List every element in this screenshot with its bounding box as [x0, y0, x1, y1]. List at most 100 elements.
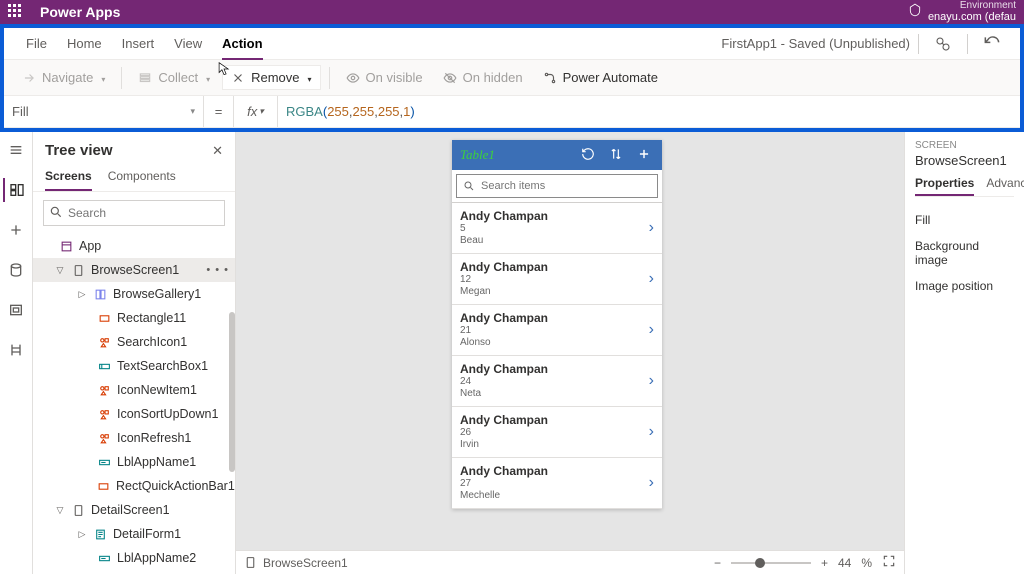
tab-components[interactable]: Components — [108, 163, 176, 191]
chevron-right-icon: › — [649, 219, 654, 237]
rail-insert-icon[interactable] — [4, 218, 28, 242]
fit-icon[interactable] — [882, 554, 896, 571]
property-selector[interactable]: Fill ▾ — [4, 96, 204, 127]
tree-node-iconsortupdown1[interactable]: IconSortUpDown1 — [33, 402, 235, 426]
separator — [967, 34, 968, 54]
search-icon — [49, 205, 63, 222]
rail-data-icon[interactable] — [4, 258, 28, 282]
preview-title: Table1 — [460, 147, 570, 163]
icons-icon — [97, 407, 111, 421]
chevron-right-icon: › — [649, 270, 654, 288]
canvas-footer: BrowseScreen1 − + 44 % — [236, 550, 904, 574]
power-automate-button[interactable]: Power Automate — [535, 66, 666, 89]
tree: App ▽BrowseScreen1• • • ▷BrowseGallery1 … — [33, 234, 235, 574]
gallery-icon — [93, 287, 107, 301]
app-checker-icon[interactable] — [927, 28, 959, 60]
highlighted-region: File Home Insert View Action FirstApp1 -… — [0, 24, 1024, 132]
preview-list: Andy Champan5Beau› Andy Champan12Megan› … — [452, 203, 662, 509]
canvas-inner[interactable]: Table1 Andy Champan5Beau› Andy Champan12… — [236, 132, 904, 550]
prop-background-image[interactable]: Background image — [915, 233, 1014, 273]
zoom-out-icon[interactable]: − — [714, 556, 721, 570]
tree-node-textsearchbox1[interactable]: TextSearchBox1 — [33, 354, 235, 378]
close-icon[interactable]: ✕ — [212, 143, 223, 159]
chevron-right-icon: › — [649, 423, 654, 441]
on-visible-button: On visible — [338, 66, 431, 89]
equals-label: = — [204, 96, 234, 127]
tree-node-detailform1[interactable]: ▷DetailForm1 — [33, 522, 235, 546]
screen-icon — [71, 263, 85, 277]
preview-search-input[interactable] — [481, 180, 651, 192]
tree-node-icondelete1[interactable]: IconDelete1 — [33, 570, 235, 574]
tree-node-lblappname1[interactable]: LblAppName1 — [33, 450, 235, 474]
tab-properties[interactable]: Properties — [915, 176, 974, 196]
list-item[interactable]: Andy Champan27Mechelle› — [452, 458, 662, 509]
zoom-in-icon[interactable]: + — [821, 556, 828, 570]
screen-icon — [71, 503, 85, 517]
rail-media-icon[interactable] — [4, 298, 28, 322]
scrollbar-thumb[interactable] — [229, 312, 235, 472]
breadcrumb[interactable]: BrowseScreen1 — [244, 556, 348, 570]
tree-node-searchicon1[interactable]: SearchIcon1 — [33, 330, 235, 354]
tree-node-rectquickactionbar1[interactable]: RectQuickActionBar1 — [33, 474, 235, 498]
tab-advanced[interactable]: Advanced — [986, 176, 1024, 196]
workspace: Tree view ✕ Screens Components App ▽Brow… — [0, 132, 1024, 574]
menu-home[interactable]: Home — [57, 28, 112, 60]
zoom-slider[interactable] — [731, 562, 811, 564]
prop-image-position[interactable]: Image position — [915, 273, 1014, 299]
chevron-right-icon: › — [649, 321, 654, 339]
fx-button[interactable]: fx ▾ — [234, 96, 278, 127]
pane-caption: SCREEN — [915, 140, 1014, 151]
tree-node-iconnewitem1[interactable]: IconNewItem1 — [33, 378, 235, 402]
brand-label: Power Apps — [40, 4, 120, 20]
add-icon[interactable] — [634, 147, 654, 164]
app-preview: Table1 Andy Champan5Beau› Andy Champan12… — [452, 140, 662, 509]
tree-node-browsegallery1[interactable]: ▷BrowseGallery1 — [33, 282, 235, 306]
tree-node-app[interactable]: App — [33, 234, 235, 258]
tree-view-pane: Tree view ✕ Screens Components App ▽Brow… — [33, 132, 236, 574]
label-icon — [97, 455, 111, 469]
ribbon: Navigate Collect Remove On visible On hi… — [4, 60, 1020, 96]
menu-view[interactable]: View — [164, 28, 212, 60]
more-icon[interactable]: • • • — [206, 264, 229, 276]
tree-node-iconrefresh1[interactable]: IconRefresh1 — [33, 426, 235, 450]
collect-button: Collect — [130, 66, 218, 89]
remove-button[interactable]: Remove — [222, 65, 320, 90]
menu-insert[interactable]: Insert — [112, 28, 165, 60]
zoom-value: 44 — [838, 556, 851, 570]
tree-node-detailscreen1[interactable]: ▽DetailScreen1 — [33, 498, 235, 522]
tab-screens[interactable]: Screens — [45, 163, 92, 191]
canvas: Table1 Andy Champan5Beau› Andy Champan12… — [236, 132, 904, 574]
list-item[interactable]: Andy Champan5Beau› — [452, 203, 662, 254]
tree-node-rectangle11[interactable]: Rectangle11 — [33, 306, 235, 330]
environment-icon — [908, 3, 922, 20]
tree-view-title: Tree view — [45, 142, 113, 159]
property-label: Fill — [12, 104, 29, 119]
sort-icon[interactable] — [606, 147, 626, 164]
list-item[interactable]: Andy Champan26Irvin› — [452, 407, 662, 458]
formula-input[interactable]: RGBA(255, 255, 255, 1) — [278, 96, 1020, 127]
rail-tools-icon[interactable] — [4, 338, 28, 362]
pane-element-name: BrowseScreen1 — [915, 153, 1014, 168]
tree-node-lblappname2[interactable]: LblAppName2 — [33, 546, 235, 570]
preview-header: Table1 — [452, 140, 662, 170]
form-icon — [93, 527, 107, 541]
properties-pane: SCREEN BrowseScreen1 Properties Advanced… — [904, 132, 1024, 574]
tree-search-input[interactable] — [43, 200, 225, 226]
formula-bar: Fill ▾ = fx ▾ RGBA(255, 255, 255, 1) — [4, 96, 1020, 128]
prop-fill[interactable]: Fill — [915, 207, 1014, 233]
app-launcher-icon[interactable] — [8, 4, 24, 20]
menu-action[interactable]: Action — [212, 28, 272, 60]
rail-treeview-icon[interactable] — [3, 178, 27, 202]
tree-node-browsescreen1[interactable]: ▽BrowseScreen1• • • — [33, 258, 235, 282]
list-item[interactable]: Andy Champan12Megan› — [452, 254, 662, 305]
icons-icon — [97, 431, 111, 445]
rail-hamburger-icon[interactable] — [4, 138, 28, 162]
list-item[interactable]: Andy Champan21Alonso› — [452, 305, 662, 356]
undo-icon[interactable] — [976, 28, 1008, 60]
list-item[interactable]: Andy Champan24Neta› — [452, 356, 662, 407]
menu-file[interactable]: File — [16, 28, 57, 60]
refresh-icon[interactable] — [578, 147, 598, 164]
rectangle-icon — [97, 311, 111, 325]
environment-picker[interactable]: Environment enayu.com (defau — [908, 0, 1016, 23]
environment-value: enayu.com (defau — [928, 11, 1016, 23]
